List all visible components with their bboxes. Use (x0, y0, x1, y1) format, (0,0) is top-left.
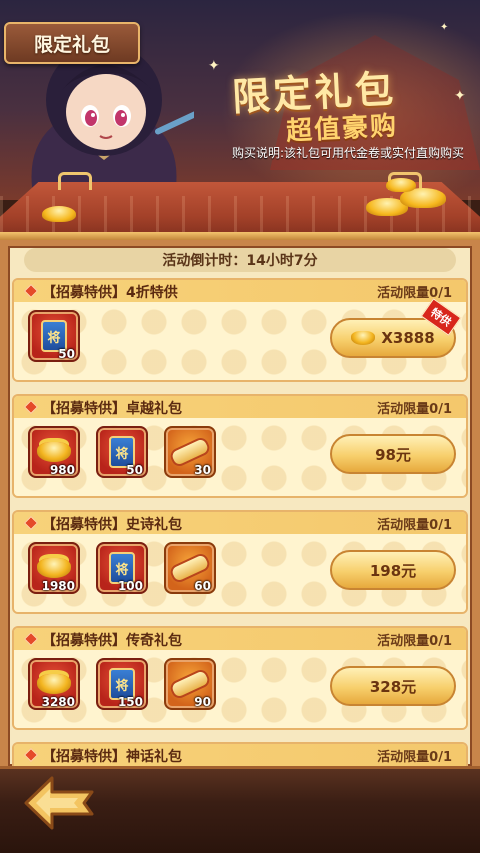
diamond-icon (23, 399, 39, 415)
item-count: 1980 (41, 579, 75, 593)
pack-item[interactable]: 90 (164, 658, 216, 710)
pack-item[interactable]: 1980 (28, 542, 80, 594)
price-label: X3888 (381, 329, 435, 347)
gold-ingot-icon (37, 442, 71, 462)
pack-card-header: 【招募特供】4折特供 活动限量0/1 (14, 280, 466, 302)
gold-ingot-decor-icon (42, 206, 76, 222)
banner-subheadline: 超值豪购 (285, 111, 399, 147)
item-count: 30 (194, 463, 211, 477)
item-count: 150 (117, 695, 143, 709)
pack-card-header: 【招募特供】神话礼包 活动限量0/1 (14, 744, 466, 766)
pack-title: 【招募特供】4折特供 (42, 285, 178, 301)
back-button[interactable] (18, 772, 100, 834)
pack-limit: 活动限量0/1 (377, 518, 452, 533)
pack-card: 【招募特供】卓越礼包 活动限量0/1 980 将 50 30 98元 (12, 394, 468, 498)
pack-card: 【招募特供】史诗礼包 活动限量0/1 1980 将 100 60 198元 (12, 510, 468, 614)
pack-limit: 活动限量0/1 (377, 750, 452, 765)
diamond-icon (23, 283, 39, 299)
item-count: 3280 (41, 695, 75, 709)
pack-item[interactable]: 将 150 (96, 658, 148, 710)
countdown-bar: 活动倒计时：14小时7分 (24, 248, 456, 272)
item-count: 90 (194, 695, 211, 709)
pack-item[interactable]: 980 (28, 426, 80, 478)
item-count: 100 (117, 579, 143, 593)
buy-button[interactable]: 328元 (330, 666, 456, 706)
pack-title: 【招募特供】卓越礼包 (42, 401, 182, 417)
pack-title: 【招募特供】神话礼包 (42, 749, 182, 765)
pack-item[interactable]: 将 50 (28, 310, 80, 362)
diamond-icon (23, 631, 39, 647)
sparkle-icon: ✦ (454, 88, 466, 104)
purchase-note: 购买说明:该礼包可用代金卷或实付直购购买 (232, 146, 465, 160)
page-title: 限定礼包 (33, 33, 110, 56)
pack-item[interactable]: 将 100 (96, 542, 148, 594)
item-count: 980 (49, 463, 75, 477)
pack-card: 【招募特供】传奇礼包 活动限量0/1 3280 将 150 90 328元 (12, 626, 468, 730)
gold-ingot-icon (37, 674, 71, 694)
pack-limit: 活动限量0/1 (377, 634, 452, 649)
diamond-icon (23, 515, 39, 531)
gold-ingot-icon (351, 331, 376, 345)
price-label: 198元 (369, 561, 417, 580)
pack-item[interactable]: 30 (164, 426, 216, 478)
item-count: 60 (194, 579, 211, 593)
price-label: 98元 (375, 445, 411, 464)
recruit-scroll-icon (170, 438, 210, 466)
pack-card-header: 【招募特供】卓越礼包 活动限量0/1 (14, 396, 466, 418)
roof-ornament-icon (58, 172, 92, 190)
buy-button[interactable]: 98元 (330, 434, 456, 474)
pack-limit: 活动限量0/1 (377, 402, 452, 417)
price-label: 328元 (369, 677, 417, 696)
back-arrow-icon (24, 776, 94, 830)
pack-card-header: 【招募特供】传奇礼包 活动限量0/1 (14, 628, 466, 650)
page-title-plate: 限定礼包 (4, 22, 140, 64)
pack-card-header: 【招募特供】史诗礼包 活动限量0/1 (14, 512, 466, 534)
diamond-icon (23, 747, 39, 763)
recruit-scroll-icon (170, 670, 210, 698)
sparkle-icon: ✦ (208, 58, 220, 74)
pack-card: 【招募特供】4折特供 活动限量0/1 将 50 X3888 特供 (12, 278, 468, 382)
pack-limit: 活动限量0/1 (377, 286, 452, 301)
gold-ingot-icon (37, 558, 71, 578)
pack-item[interactable]: 将 50 (96, 426, 148, 478)
item-count: 50 (58, 347, 75, 361)
pack-title: 【招募特供】传奇礼包 (42, 633, 182, 649)
recruit-scroll-icon (170, 554, 210, 582)
gold-ingot-decor-icon (386, 178, 416, 192)
pack-title: 【招募特供】史诗礼包 (42, 517, 182, 533)
item-count: 50 (126, 463, 143, 477)
countdown-text: 活动倒计时：14小时7分 (162, 253, 318, 269)
pack-item[interactable]: 3280 (28, 658, 80, 710)
pack-item[interactable]: 60 (164, 542, 216, 594)
buy-button[interactable]: 198元 (330, 550, 456, 590)
sparkle-icon: ✦ (440, 22, 449, 33)
